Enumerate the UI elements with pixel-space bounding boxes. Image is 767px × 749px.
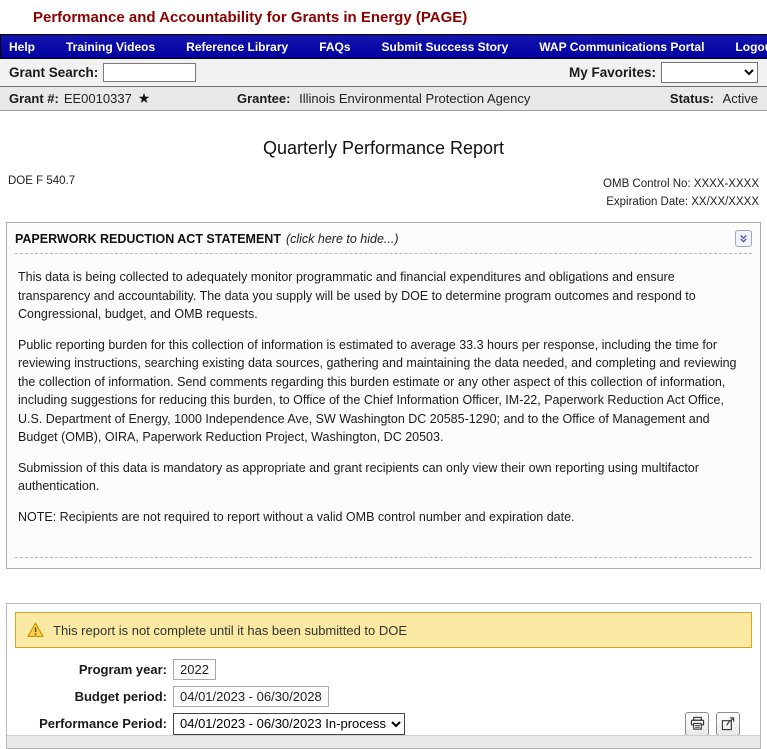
nav-item-faqs[interactable]: FAQs <box>319 40 350 54</box>
paperwork-paragraph-4: NOTE: Recipients are not required to rep… <box>18 508 749 527</box>
omb-expiration-date: Expiration Date: XX/XX/XXXX <box>606 196 759 208</box>
paperwork-body: This data is being collected to adequate… <box>7 254 760 540</box>
status-label: Status: <box>670 91 714 106</box>
favorite-star-icon[interactable]: ★ <box>138 90 151 107</box>
main-navbar: Help Training Videos Reference Library F… <box>0 34 767 59</box>
grantee-label: Grantee: <box>237 91 290 106</box>
grantee-group: Grantee: Illinois Environmental Protecti… <box>237 91 670 106</box>
budget-period-value: 04/01/2023 - 06/30/2028 <box>173 686 329 707</box>
form-meta: DOE F 540.7 OMB Control No: XXXX-XXXX Ex… <box>0 175 767 211</box>
budget-period-label: Budget period: <box>15 689 173 704</box>
paperwork-paragraph-2: Public reporting burden for this collect… <box>18 336 749 447</box>
open-in-new-window-icon <box>721 716 736 731</box>
report-actions <box>678 712 740 736</box>
page-title: Performance and Accountability for Grant… <box>0 0 767 34</box>
warning-triangle-icon <box>27 622 44 638</box>
my-favorites-label: My Favorites: <box>569 65 656 80</box>
program-year-label: Program year: <box>15 662 173 677</box>
performance-period-row: Performance Period: 04/01/2023 - 06/30/2… <box>15 712 752 735</box>
open-in-new-window-button[interactable] <box>716 712 740 736</box>
grant-number-group: Grant #: EE0010337 ★ <box>9 90 237 107</box>
nav-item-help[interactable]: Help <box>9 40 35 54</box>
grant-search-input[interactable] <box>103 63 196 82</box>
program-year-value: 2022 <box>173 659 216 680</box>
paperwork-heading: PAPERWORK REDUCTION ACT STATEMENT <box>15 232 281 246</box>
report-title: Quarterly Performance Report <box>0 138 767 159</box>
omb-control-number: OMB Control No: XXXX-XXXX <box>603 178 759 190</box>
nav-item-training-videos[interactable]: Training Videos <box>66 40 155 54</box>
report-form-box: This report is not complete until it has… <box>6 603 761 749</box>
my-favorites-select[interactable] <box>661 62 758 83</box>
grant-info-bar: Grant #: EE0010337 ★ Grantee: Illinois E… <box>0 87 767 111</box>
collapse-section-button[interactable] <box>735 230 752 247</box>
paperwork-paragraph-3: Submission of this data is mandatory as … <box>18 459 749 496</box>
program-year-row: Program year: 2022 <box>15 658 752 681</box>
incomplete-report-alert: This report is not complete until it has… <box>15 612 752 648</box>
nav-item-wap-communications-portal[interactable]: WAP Communications Portal <box>539 40 704 54</box>
print-button[interactable] <box>685 712 709 736</box>
budget-period-row: Budget period: 04/01/2023 - 06/30/2028 <box>15 685 752 708</box>
grant-search-bar: Grant Search: My Favorites: <box>0 59 767 87</box>
grant-number-value: EE0010337 <box>64 91 132 106</box>
printer-icon <box>690 716 705 731</box>
grantee-name: Illinois Environmental Protection Agency <box>299 91 530 106</box>
grant-search-label: Grant Search: <box>9 65 98 80</box>
footer-dashed-divider <box>15 557 752 558</box>
grant-number-label: Grant #: <box>9 91 59 106</box>
status-group: Status: Active <box>670 91 758 106</box>
paperwork-paragraph-1: This data is being collected to adequate… <box>18 268 749 324</box>
doe-form-number: DOE F 540.7 <box>8 175 75 187</box>
nav-menu: Help Training Videos Reference Library F… <box>0 34 767 59</box>
paperwork-header-toggle[interactable]: PAPERWORK REDUCTION ACT STATEMENT (click… <box>7 223 760 253</box>
performance-period-label: Performance Period: <box>15 716 173 731</box>
nav-item-logout[interactable]: Logout <box>735 40 767 54</box>
performance-period-select[interactable]: 04/01/2023 - 06/30/2023 In-process <box>173 713 405 735</box>
nav-item-submit-success-story[interactable]: Submit Success Story <box>382 40 509 54</box>
paperwork-toggle-hint: (click here to hide...) <box>286 232 399 246</box>
status-value: Active <box>723 91 758 106</box>
section-footer-strip <box>7 735 760 748</box>
nav-item-reference-library[interactable]: Reference Library <box>186 40 288 54</box>
alert-text: This report is not complete until it has… <box>53 623 407 638</box>
double-chevron-down-icon <box>738 233 749 244</box>
omb-meta: OMB Control No: XXXX-XXXX Expiration Dat… <box>603 175 759 211</box>
paperwork-reduction-act-box: PAPERWORK REDUCTION ACT STATEMENT (click… <box>6 222 761 569</box>
